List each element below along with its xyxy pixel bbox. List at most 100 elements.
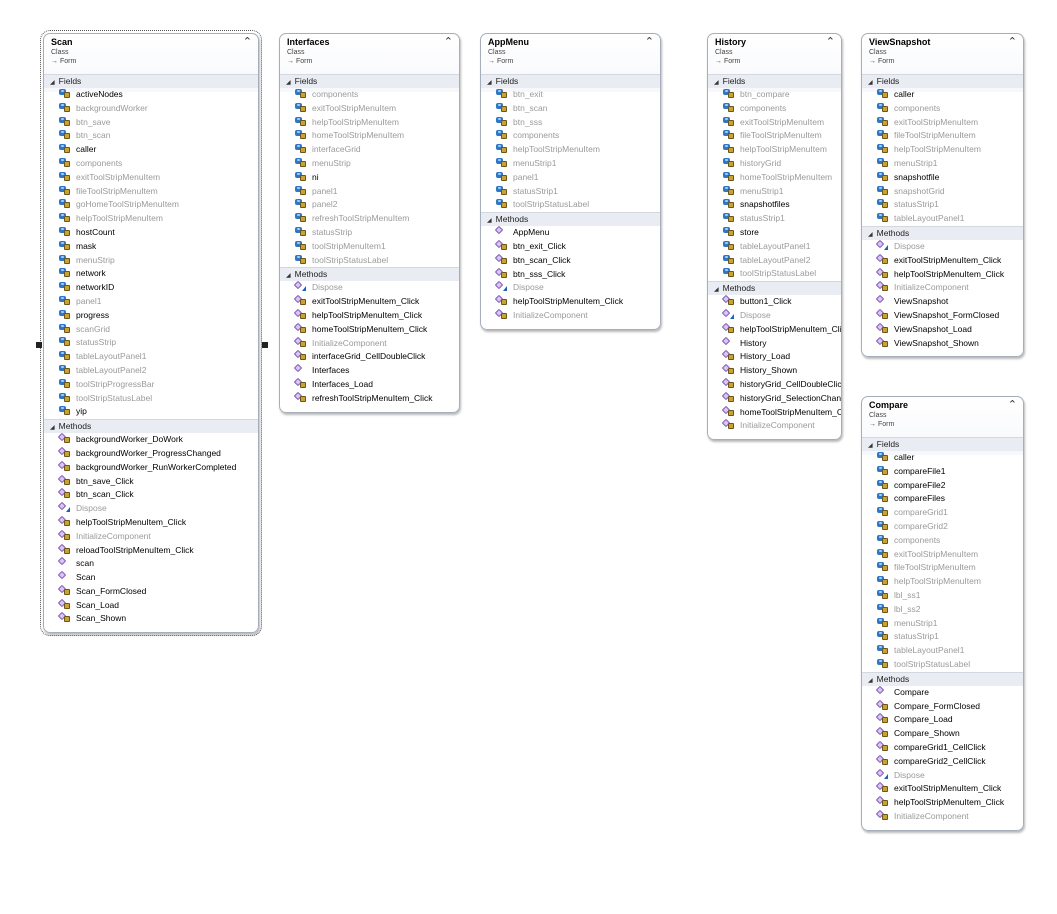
field-item[interactable]: menuStrip1 bbox=[708, 185, 841, 199]
field-item[interactable]: panel1 bbox=[44, 295, 258, 309]
field-item[interactable]: fileToolStripMenuItem bbox=[44, 185, 258, 199]
method-item[interactable]: ViewSnapshot bbox=[862, 294, 1023, 309]
field-item[interactable]: snapshotfile bbox=[862, 171, 1023, 185]
field-item[interactable]: tableLayoutPanel2 bbox=[708, 254, 841, 268]
class-header[interactable]: ViewSnapshot Class → Form ⌃ bbox=[862, 34, 1023, 74]
resize-handle-left[interactable] bbox=[36, 342, 42, 348]
field-item[interactable]: toolStripMenuItem1 bbox=[280, 240, 459, 254]
method-item[interactable]: History_Shown bbox=[708, 363, 841, 378]
methods-section-header[interactable]: ◢ Methods bbox=[708, 281, 841, 296]
field-item[interactable]: statusStrip bbox=[44, 336, 258, 350]
field-item[interactable]: components bbox=[44, 157, 258, 171]
field-item[interactable]: ni bbox=[280, 171, 459, 185]
method-item[interactable]: homeToolStripMenuItem_Click bbox=[280, 322, 459, 337]
fields-section-header[interactable]: ◢ Fields bbox=[862, 74, 1023, 88]
method-item[interactable]: Interfaces_Load bbox=[280, 377, 459, 392]
field-item[interactable]: helpToolStripMenuItem bbox=[280, 116, 459, 130]
field-item[interactable]: network bbox=[44, 267, 258, 281]
field-item[interactable]: helpToolStripMenuItem bbox=[481, 143, 660, 157]
field-item[interactable]: menuStrip bbox=[280, 157, 459, 171]
method-item[interactable]: Scan_Shown bbox=[44, 612, 258, 626]
field-item[interactable]: homeToolStripMenuItem bbox=[280, 129, 459, 143]
method-item[interactable]: Scan_FormClosed bbox=[44, 584, 258, 599]
field-item[interactable]: btn_scan bbox=[481, 102, 660, 116]
field-item[interactable]: fileToolStripMenuItem bbox=[862, 561, 1023, 575]
field-item[interactable]: panel2 bbox=[280, 198, 459, 212]
method-item[interactable]: AppMenu bbox=[481, 225, 660, 240]
field-item[interactable]: exitToolStripMenuItem bbox=[44, 171, 258, 185]
method-item[interactable]: compareGrid2_CellClick bbox=[862, 754, 1023, 769]
method-item[interactable]: History bbox=[708, 336, 841, 351]
field-item[interactable]: statusStrip1 bbox=[481, 185, 660, 199]
method-item[interactable]: refreshToolStripMenuItem_Click bbox=[280, 391, 459, 406]
field-item[interactable]: toolStripStatusLabel bbox=[481, 198, 660, 212]
method-item[interactable]: InitializeComponent bbox=[280, 336, 459, 351]
field-item[interactable]: activeNodes bbox=[44, 88, 258, 102]
method-item[interactable]: Dispose bbox=[280, 281, 459, 295]
field-item[interactable]: scanGrid bbox=[44, 323, 258, 337]
field-item[interactable]: mask bbox=[44, 240, 258, 254]
field-item[interactable]: exitToolStripMenuItem bbox=[862, 548, 1023, 562]
method-item[interactable]: ViewSnapshot_FormClosed bbox=[862, 308, 1023, 323]
field-item[interactable]: btn_sss bbox=[481, 116, 660, 130]
collapse-chevron-icon[interactable]: ⌃ bbox=[1008, 398, 1017, 411]
field-item[interactable]: btn_compare bbox=[708, 88, 841, 102]
field-item[interactable]: toolStripProgressBar bbox=[44, 378, 258, 392]
field-item[interactable]: fileToolStripMenuItem bbox=[862, 129, 1023, 143]
method-item[interactable]: exitToolStripMenuItem_Click bbox=[280, 294, 459, 309]
field-item[interactable]: statusStrip1 bbox=[862, 198, 1023, 212]
method-item[interactable]: Dispose bbox=[862, 239, 1023, 254]
method-item[interactable]: Compare bbox=[862, 685, 1023, 700]
class-box-interfaces[interactable]: Interfaces Class → Form ⌃ ◢ Fields components e… bbox=[279, 33, 460, 413]
field-item[interactable]: helpToolStripMenuItem bbox=[44, 212, 258, 226]
field-item[interactable]: components bbox=[862, 534, 1023, 548]
method-item[interactable]: History_Load bbox=[708, 350, 841, 364]
field-item[interactable]: menuStrip bbox=[44, 254, 258, 268]
field-item[interactable]: goHomeToolStripMenuItem bbox=[44, 198, 258, 212]
method-item[interactable]: helpToolStripMenuItem_Click bbox=[481, 294, 660, 309]
field-item[interactable]: exitToolStripMenuItem bbox=[280, 102, 459, 116]
fields-section-header[interactable]: ◢ Fields bbox=[708, 74, 841, 88]
method-item[interactable]: scan bbox=[44, 557, 258, 571]
class-box-compare[interactable]: Compare Class → Form ⌃ ◢ Fields caller compareF… bbox=[861, 396, 1024, 831]
method-item[interactable]: Compare_FormClosed bbox=[862, 699, 1023, 714]
field-item[interactable]: statusStrip bbox=[280, 226, 459, 240]
field-item[interactable]: menuStrip1 bbox=[481, 157, 660, 171]
method-item[interactable]: backgroundWorker_ProgressChanged bbox=[44, 446, 258, 461]
class-box-scan[interactable]: Scan Class → Form ⌃ ◢ Fields activeNodes backgr… bbox=[40, 29, 262, 637]
field-item[interactable]: caller bbox=[44, 143, 258, 157]
method-item[interactable]: InitializeComponent bbox=[481, 308, 660, 323]
methods-section-header[interactable]: ◢ Methods bbox=[862, 671, 1023, 686]
field-item[interactable]: components bbox=[481, 129, 660, 143]
field-item[interactable]: homeToolStripMenuItem bbox=[708, 171, 841, 185]
field-item[interactable]: panel1 bbox=[280, 185, 459, 199]
field-item[interactable]: components bbox=[280, 88, 459, 102]
method-item[interactable]: exitToolStripMenuItem_Click bbox=[862, 782, 1023, 796]
field-item[interactable]: statusStrip1 bbox=[862, 630, 1023, 644]
field-item[interactable]: btn_scan bbox=[44, 129, 258, 143]
fields-section-header[interactable]: ◢ Fields bbox=[481, 74, 660, 88]
fields-section-header[interactable]: ◢ Fields bbox=[44, 74, 258, 88]
method-item[interactable]: btn_scan_Click bbox=[481, 253, 660, 268]
class-header[interactable]: Scan Class → Form ⌃ bbox=[44, 34, 258, 74]
field-item[interactable]: lbl_ss1 bbox=[862, 589, 1023, 603]
field-item[interactable]: tableLayoutPanel1 bbox=[708, 240, 841, 254]
method-item[interactable]: Dispose bbox=[708, 308, 841, 323]
method-item[interactable]: compareGrid1_CellClick bbox=[862, 740, 1023, 755]
method-item[interactable]: Interfaces bbox=[280, 363, 459, 378]
field-item[interactable]: helpToolStripMenuItem bbox=[708, 143, 841, 157]
field-item[interactable]: caller bbox=[862, 88, 1023, 102]
class-box-appmenu[interactable]: AppMenu Class → Form ⌃ ◢ Fields btn_exit btn_sc… bbox=[480, 33, 661, 330]
methods-section-header[interactable]: ◢ Methods bbox=[44, 419, 258, 434]
field-item[interactable]: lbl_ss2 bbox=[862, 603, 1023, 617]
field-item[interactable]: menuStrip1 bbox=[862, 157, 1023, 171]
method-item[interactable]: btn_scan_Click bbox=[44, 488, 258, 502]
field-item[interactable]: snapshotfiles bbox=[708, 198, 841, 212]
collapse-chevron-icon[interactable]: ⌃ bbox=[243, 35, 252, 48]
field-item[interactable]: compareGrid2 bbox=[862, 520, 1023, 534]
field-item[interactable]: networkID bbox=[44, 281, 258, 295]
field-item[interactable]: yip bbox=[44, 405, 258, 419]
field-item[interactable]: compareFile1 bbox=[862, 465, 1023, 479]
method-item[interactable]: homeToolStripMenuItem_Click bbox=[708, 405, 841, 420]
method-item[interactable]: btn_exit_Click bbox=[481, 239, 660, 254]
